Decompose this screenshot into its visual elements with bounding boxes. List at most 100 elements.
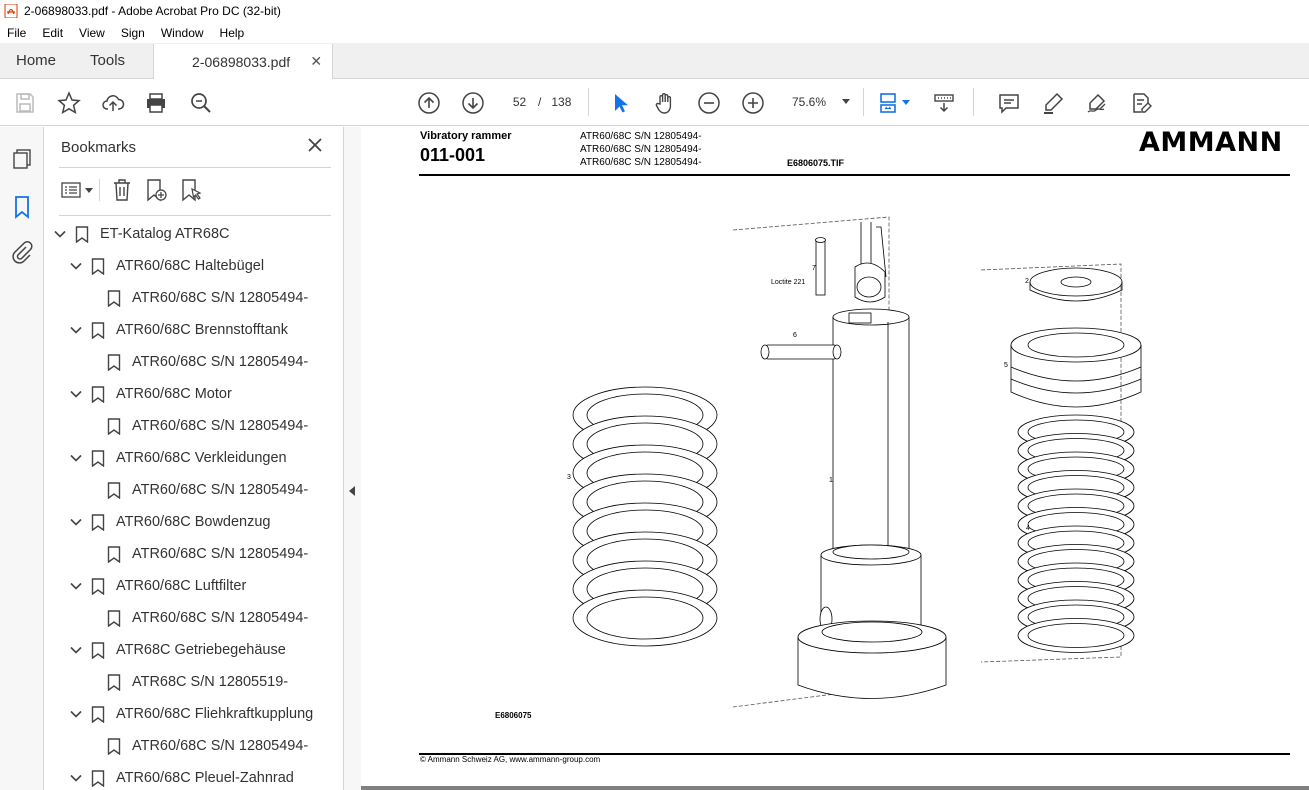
bookmark-item[interactable]: ATR60/68C S/N 12805494- [45, 474, 320, 506]
chevron-down-icon[interactable] [69, 707, 83, 721]
bookmark-item[interactable]: ATR60/68C Motor [45, 378, 320, 410]
scroll-mode-button[interactable] [931, 90, 957, 116]
menu-bar: File Edit View Sign Window Help [0, 22, 1309, 43]
part-label: 2 [1025, 278, 1029, 285]
close-icon[interactable] [305, 135, 325, 155]
bookmark-icon [107, 609, 121, 627]
collapse-panel-arrow-icon[interactable] [348, 485, 356, 497]
search-zoom-icon [191, 93, 211, 113]
comment-button[interactable] [996, 90, 1022, 116]
bookmark-icon [107, 673, 121, 691]
highlight-button[interactable] [1040, 90, 1066, 116]
menu-file[interactable]: File [0, 26, 34, 40]
chevron-down-icon[interactable] [53, 227, 67, 241]
trash-icon[interactable] [111, 178, 133, 202]
chevron-down-icon[interactable] [69, 323, 83, 337]
bookmark-item[interactable]: ATR60/68C Bowdenzug [45, 506, 320, 538]
tab-tools[interactable]: Tools [72, 43, 141, 78]
toolbar-divider [588, 88, 589, 116]
bookmarks-toolbar [59, 177, 331, 203]
bookmark-item[interactable]: ATR60/68C Pleuel-Zahnrad [45, 762, 320, 790]
close-tab-icon[interactable]: ✕ [310, 53, 322, 70]
chevron-down-icon[interactable] [69, 387, 83, 401]
left-nav-rail [0, 127, 44, 790]
menu-view[interactable]: View [71, 26, 113, 40]
chevron-down-icon[interactable] [69, 259, 83, 273]
print-button[interactable] [143, 90, 169, 116]
chevron-down-icon[interactable] [69, 579, 83, 593]
bookmark-item[interactable]: ATR60/68C Brennstofftank [45, 314, 320, 346]
chevron-down-icon[interactable] [69, 771, 83, 785]
hand-tool-button[interactable] [652, 90, 678, 116]
bookmark-icon [91, 705, 105, 723]
bookmarks-panel: Bookmarks ET-Katalog ATR68C ATR60/68C Hal… [45, 127, 380, 790]
page-thumbnails-icon[interactable] [10, 147, 34, 171]
bookmark-item[interactable]: ATR60/68C S/N 12805494- [45, 346, 320, 378]
menu-window[interactable]: Window [153, 26, 212, 40]
bookmark-label: ATR60/68C S/N 12805494- [132, 546, 309, 562]
zoom-out-button[interactable] [696, 90, 722, 116]
chevron-down-icon[interactable] [69, 643, 83, 657]
tab-document[interactable]: 2-06898033.pdf ✕ [153, 44, 334, 79]
bookmark-from-selection-icon[interactable] [179, 178, 203, 202]
plus-circle-icon [742, 92, 764, 114]
select-tool-button[interactable] [607, 90, 633, 116]
bookmark-item[interactable]: ATR60/68C S/N 12805494- [45, 730, 320, 762]
bookmark-item[interactable]: ATR68C Getriebegehäuse [45, 634, 320, 666]
bookmark-item[interactable]: ATR60/68C Luftfilter [45, 570, 320, 602]
options-list-icon[interactable] [61, 180, 81, 200]
pen-highlight-icon [1044, 92, 1064, 114]
menu-sign[interactable]: Sign [113, 26, 153, 40]
total-pages: 138 [551, 95, 572, 109]
panel-collapse-strip[interactable] [343, 127, 361, 790]
bookmark-label: ATR60/68C Verkleidungen [116, 450, 287, 466]
bookmark-icon [91, 257, 105, 275]
page-number-input[interactable]: 52 [503, 90, 536, 114]
previous-page-button[interactable] [416, 90, 442, 116]
page-fit-button[interactable] [876, 90, 902, 116]
bookmark-item[interactable]: ATR60/68C S/N 12805494- [45, 538, 320, 570]
bookmark-icon [107, 353, 121, 371]
tab-home[interactable]: Home [0, 43, 72, 78]
document-edit-icon [1133, 93, 1152, 113]
attachment-paperclip-icon[interactable] [10, 241, 34, 265]
save-button[interactable] [12, 90, 38, 116]
chevron-down-icon[interactable] [85, 188, 93, 194]
upload-button[interactable] [100, 90, 126, 116]
part-label: 4 [1026, 525, 1030, 532]
bookmark-icon [91, 385, 105, 403]
bookmark-item[interactable]: ATR60/68C Haltebügel [45, 250, 320, 282]
find-button[interactable] [188, 90, 214, 116]
new-bookmark-icon[interactable] [144, 178, 168, 202]
bookmark-label: ATR60/68C S/N 12805494- [132, 482, 309, 498]
bookmark-item[interactable]: ATR68C S/N 12805519- [45, 666, 320, 698]
fit-page-icon [880, 93, 896, 113]
zoom-in-button[interactable] [740, 90, 766, 116]
bookmark-item[interactable]: ATR60/68C S/N 12805494- [45, 282, 320, 314]
chevron-down-icon[interactable] [902, 100, 910, 106]
bookmark-item[interactable]: ATR60/68C S/N 12805494- [45, 410, 320, 442]
zoom-select[interactable]: 75.6% [786, 90, 856, 114]
bookmark-label: ATR60/68C S/N 12805494- [132, 738, 309, 754]
document-bottom-edge [361, 786, 1309, 790]
menu-edit[interactable]: Edit [34, 26, 71, 40]
bookmark-label: ATR60/68C Haltebügel [116, 258, 265, 274]
bookmark-icon [107, 289, 121, 307]
chevron-down-icon[interactable] [69, 451, 83, 465]
menu-help[interactable]: Help [212, 26, 253, 40]
bookmark-item[interactable]: ET-Katalog ATR68C [45, 218, 320, 250]
bookmark-tree: ET-Katalog ATR68C ATR60/68C Haltebügel ATR… [45, 218, 320, 790]
bookmark-label: ATR60/68C Motor [116, 386, 232, 402]
sign-button[interactable] [1084, 90, 1110, 116]
redact-button[interactable] [1128, 90, 1154, 116]
hand-icon [655, 93, 672, 114]
next-page-button[interactable] [460, 90, 486, 116]
bookmark-star-button[interactable] [56, 90, 82, 116]
chevron-down-icon[interactable] [69, 515, 83, 529]
document-viewport[interactable]: Vibratory rammer 011-001 ATR60/68C S/N 1… [361, 127, 1309, 790]
bookmark-item[interactable]: ATR60/68C S/N 12805494- [45, 602, 320, 634]
bookmark-item[interactable]: ATR60/68C Fliehkraftkupplung [45, 698, 320, 730]
bookmark-item[interactable]: ATR60/68C Verkleidungen [45, 442, 320, 474]
pen-sign-icon [1087, 93, 1106, 113]
bookmarks-icon[interactable] [10, 195, 34, 219]
